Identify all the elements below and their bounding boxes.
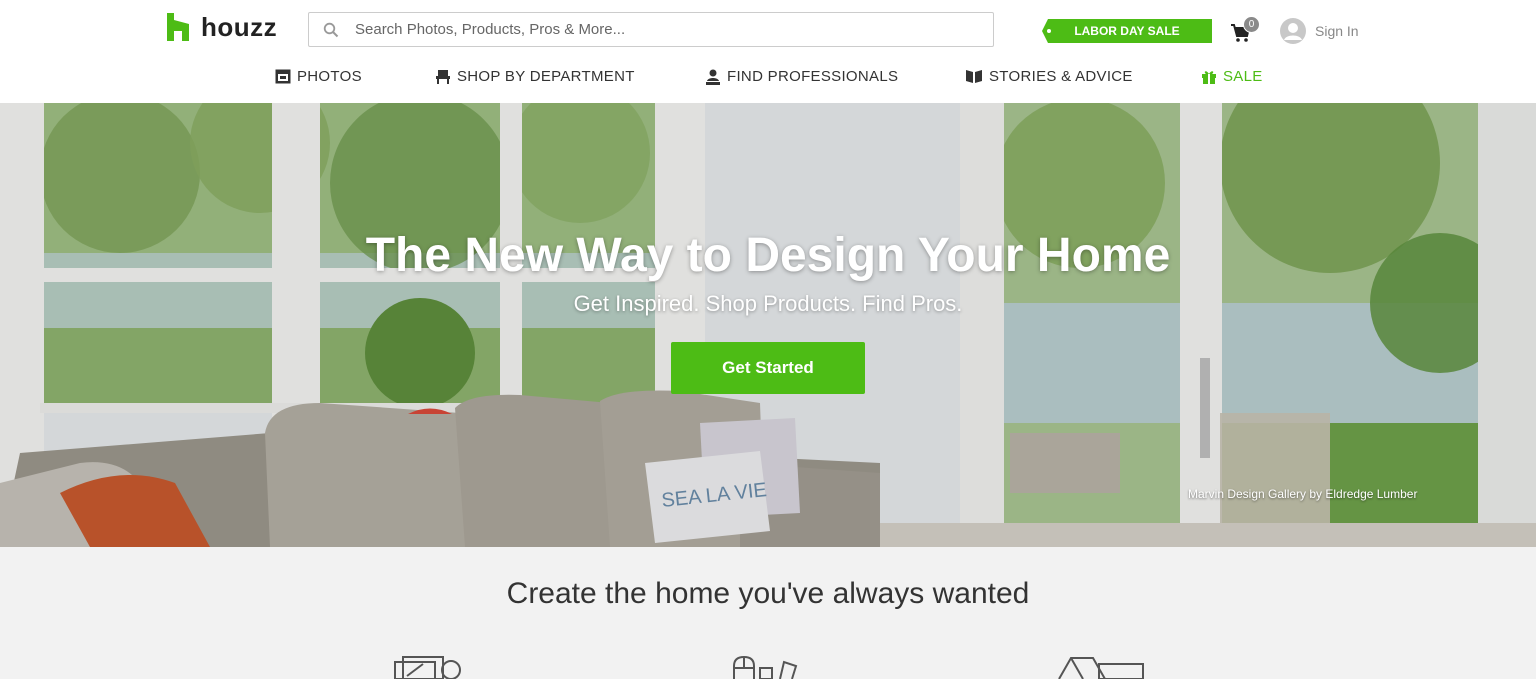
photos-outline-icon (394, 656, 461, 679)
section-title: Create the home you've always wanted (506, 577, 1030, 610)
nav-item-shop-by-department[interactable]: SHOP BY DEPARTMENT (435, 68, 635, 85)
search-icon (309, 22, 353, 38)
products-outline-icon (733, 655, 798, 679)
cart-button[interactable]: 0 (1230, 16, 1260, 44)
nav-item-find-professionals[interactable]: FIND PROFESSIONALS (705, 68, 898, 85)
tag-hole-icon (1047, 29, 1051, 33)
user-avatar-icon (1280, 18, 1306, 44)
sign-in-link[interactable]: Sign In (1279, 17, 1359, 45)
get-started-button[interactable]: Get Started (671, 342, 865, 394)
photo-credit-link[interactable]: Marvin Design Gallery by Eldredge Lumber (1188, 487, 1417, 501)
sign-in-label: Sign In (1315, 23, 1359, 39)
houzz-logo-icon (167, 13, 189, 41)
hero-subtitle: Get Inspired. Shop Products. Find Pros. (573, 291, 963, 316)
professional-icon (706, 69, 720, 85)
nav-label: STORIES & ADVICE (989, 68, 1133, 85)
search-input[interactable] (353, 20, 977, 39)
hero-banner: SEA LA VIE The New Way to Design Your Ho… (0, 103, 1536, 547)
gift-icon (1202, 70, 1216, 84)
nav-label: PHOTOS (297, 68, 362, 85)
nav-label: SHOP BY DEPARTMENT (457, 68, 635, 85)
brand-name: houzz (201, 11, 278, 42)
nav-item-stories-advice[interactable]: STORIES & ADVICE (965, 68, 1133, 85)
hero-title: The New Way to Design Your Home (365, 229, 1171, 282)
nav-item-photos[interactable]: PHOTOS (275, 68, 362, 85)
site-header: houzz LABOR DAY SALE 0 Sign In (0, 0, 1536, 104)
photos-icon (275, 69, 291, 84)
labor-day-sale-label: LABOR DAY SALE (1074, 24, 1180, 38)
houzz-logo[interactable]: houzz (167, 12, 277, 42)
book-icon (966, 70, 982, 83)
hero-photo: SEA LA VIE (0, 103, 1536, 547)
nav-item-sale[interactable]: SALE (1201, 68, 1263, 85)
labor-day-sale-tag[interactable]: LABOR DAY SALE (1042, 19, 1212, 43)
cart-count-badge: 0 (1243, 16, 1260, 33)
chair-icon (436, 69, 450, 84)
nav-label: SALE (1223, 68, 1263, 85)
main-nav: PHOTOS SHOP BY DEPARTMENT FIND PROFESSIO… (0, 68, 1536, 90)
house-outline-icon (1058, 657, 1144, 679)
nav-label: FIND PROFESSIONALS (727, 68, 899, 85)
search-bar[interactable] (308, 12, 994, 47)
